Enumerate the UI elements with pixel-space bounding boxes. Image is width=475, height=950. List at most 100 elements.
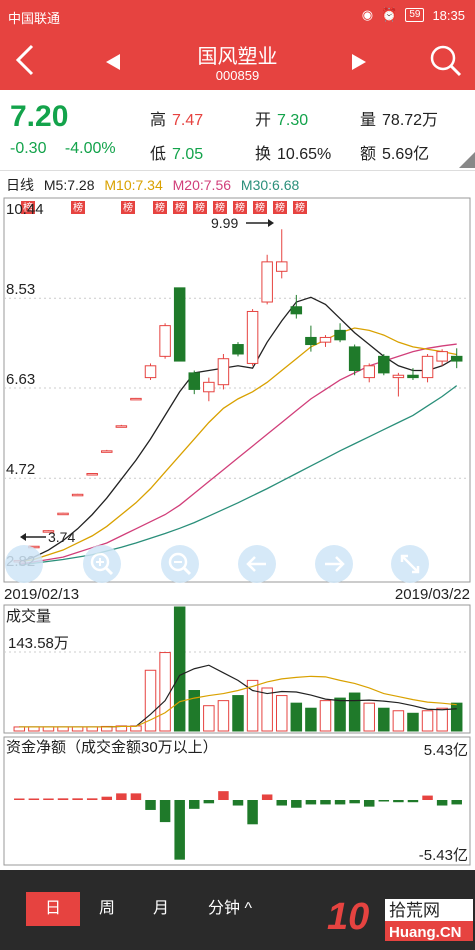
amount-item: 额 5.69亿 [360, 140, 429, 164]
volume-bar [232, 695, 244, 732]
ma5-line [19, 296, 458, 563]
fund-bar [247, 800, 258, 825]
fund-bar [43, 798, 54, 800]
battery-icon: 59 [405, 8, 425, 22]
expand-corner-icon[interactable] [459, 152, 475, 168]
candle-body [144, 365, 157, 379]
fund-bar [130, 793, 142, 800]
scroll-right-button[interactable] [315, 545, 353, 583]
candlestick-chart[interactable]: 榜榜榜榜榜榜榜榜榜榜榜 10.448.536.634.722.82 9.99 3… [0, 196, 475, 868]
candle-body [334, 329, 346, 341]
end-date: 2019/03/22 [395, 586, 470, 603]
zoom-in-button[interactable] [83, 545, 121, 583]
volume-item: 量 78.72万 [360, 106, 438, 130]
scroll-left-button[interactable] [238, 545, 276, 583]
volume-bar [275, 695, 288, 732]
volume-bar [71, 726, 84, 732]
tab-day[interactable]: 日 [26, 892, 80, 926]
rank-badge-label: 榜 [255, 201, 265, 214]
fund-bar [261, 794, 273, 800]
fund-bar [57, 798, 69, 800]
search-icon[interactable] [429, 44, 463, 78]
candle-body [173, 287, 186, 362]
volume-value: 78.72万 [382, 112, 439, 129]
volume-bar [188, 690, 201, 732]
svg-text:Huang.CN: Huang.CN [389, 924, 462, 941]
candle-body [436, 351, 448, 362]
ma5-label: M5:7.28 [43, 177, 95, 193]
change-percent: -4.00% [64, 140, 116, 157]
volume-bar [305, 707, 317, 732]
fund-bar [422, 795, 433, 800]
volume-bar [450, 702, 463, 732]
ma10-line [19, 327, 457, 563]
start-date: 2019/02/13 [4, 586, 79, 603]
rank-badge-label: 榜 [155, 201, 165, 214]
stock-name: 国风塑业 [197, 46, 278, 68]
price-axis-label: 10.44 [6, 201, 44, 218]
candle-body [130, 397, 142, 401]
low-marker-label: 3.74 [48, 529, 75, 545]
app-header: 国风塑业 000859 [0, 32, 475, 90]
fullscreen-button[interactable] [391, 545, 429, 583]
volume-bar [86, 726, 98, 732]
ma10-label: M10:7.34 [104, 177, 163, 193]
open-label: 开 [255, 112, 272, 129]
low-label: 低 [150, 146, 167, 163]
volume-bar [57, 726, 69, 732]
change-value: -0.30 [10, 140, 47, 157]
fund-bar [349, 800, 360, 804]
candle-body [319, 336, 332, 343]
candle-body [71, 493, 84, 497]
turnover-item: 换 10.65% [255, 140, 331, 164]
fund-bottom-label: -5.43亿 [419, 847, 468, 864]
candle-body [290, 306, 303, 315]
candle-body [450, 355, 463, 362]
volume-panel-title: 成交量 [6, 607, 51, 625]
clock-time: 18:35 [432, 7, 465, 23]
volume-bar [319, 700, 332, 732]
price-axis-label: 6.63 [6, 371, 35, 388]
amount-value: 5.69亿 [382, 146, 430, 163]
volume-bar [421, 710, 434, 732]
last-price: 7.20 [10, 100, 69, 133]
rank-badge-label: 榜 [215, 201, 225, 214]
next-stock-icon[interactable] [350, 52, 368, 72]
fund-bar [174, 800, 185, 860]
fund-bar [116, 793, 127, 800]
low-value: 7.05 [172, 146, 204, 163]
candle-body [348, 346, 361, 372]
rank-badge-label: 榜 [195, 201, 205, 214]
fund-top-label: 5.43亿 [424, 742, 468, 759]
fund-bar [393, 800, 404, 803]
volume-bar [159, 652, 171, 732]
ma20-label: M20:7.56 [172, 177, 232, 193]
fund-bar [276, 800, 287, 806]
fund-bar [145, 800, 156, 810]
high-marker-label: 9.99 [211, 215, 238, 231]
volume-bar [217, 700, 230, 732]
rank-badge-label: 榜 [175, 201, 185, 214]
high-value: 7.47 [172, 112, 204, 129]
tab-week[interactable]: 周 [80, 892, 134, 926]
candle-body [305, 336, 317, 346]
fund-bar [305, 800, 317, 805]
volume-level-label: 143.58万 [8, 635, 69, 652]
volume-bar [13, 726, 26, 732]
fund-bar [14, 798, 25, 800]
price-axis-label: 8.53 [6, 281, 35, 298]
volume-bar [378, 707, 390, 732]
candle-body [86, 473, 98, 476]
stock-code: 000859 [215, 68, 260, 83]
open-item: 开 7.30 [255, 106, 308, 130]
tab-month[interactable]: 月 [134, 892, 188, 926]
tab-minute[interactable]: 分钟 ^ [190, 892, 270, 926]
volume-bar [173, 606, 186, 732]
ma-legend: 日线 M5:7.28 M10:7.34 M20:7.56 M30:6.68 [6, 175, 305, 195]
candle-body [188, 372, 201, 390]
reset-button[interactable] [5, 545, 43, 583]
rank-badge-label: 榜 [295, 201, 305, 214]
watermark-image: 10 拾荒网 Huang.CN [327, 896, 473, 941]
candle-body [363, 365, 375, 379]
zoom-out-button[interactable] [161, 545, 199, 583]
